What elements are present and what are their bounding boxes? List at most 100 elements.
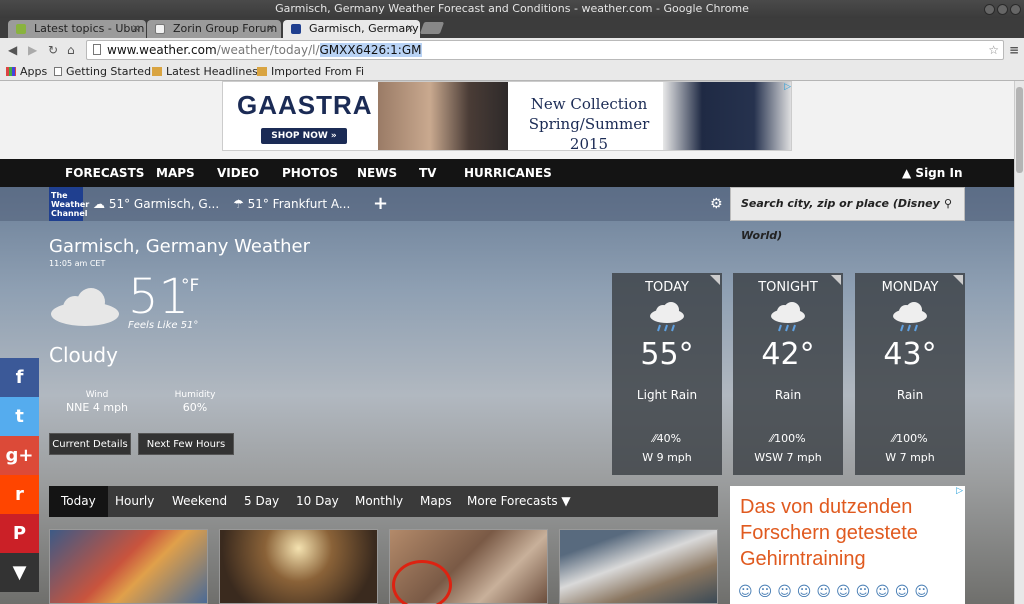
- bookmarks-bar: Apps Getting Started Latest Headlines Im…: [0, 62, 1024, 81]
- tab-weather[interactable]: Garmisch, Germany ×: [283, 20, 420, 38]
- subtab-monthly[interactable]: Monthly: [355, 486, 403, 517]
- home-icon[interactable]: ⌂: [67, 43, 75, 57]
- shop-now-button[interactable]: SHOP NOW »: [261, 128, 347, 144]
- current-details-button[interactable]: Current Details: [49, 433, 131, 455]
- pinterest-share-icon[interactable]: P: [0, 514, 39, 553]
- user-icon: ▲: [902, 166, 912, 180]
- page-icon: [93, 44, 101, 55]
- video-thumbnail[interactable]: [559, 529, 718, 604]
- tab-label: Garmisch, Germany: [309, 22, 419, 35]
- page-scrollbar[interactable]: [1014, 81, 1024, 604]
- close-window-button[interactable]: [1010, 4, 1021, 15]
- subtab-5-day[interactable]: 5 Day: [244, 486, 279, 517]
- browser-toolbar: ◀ ▶ ↻ ⌂ www.weather.com/weather/today/l/…: [0, 38, 1024, 62]
- sign-in-link[interactable]: ▲ Sign In: [902, 159, 963, 187]
- nav-tv[interactable]: TV: [419, 159, 436, 187]
- scrollbar-thumb[interactable]: [1016, 87, 1023, 173]
- forecast-card-monday[interactable]: MONDAY 43° Rain ⁄⁄100% W 7 mph: [855, 273, 965, 475]
- apps-icon: [6, 67, 16, 76]
- video-thumbnail[interactable]: [389, 529, 548, 604]
- chevron-down-icon: ▼: [561, 494, 571, 508]
- facebook-share-icon[interactable]: f: [0, 358, 39, 397]
- add-location-button[interactable]: +: [373, 187, 388, 221]
- subtab-more-forecasts[interactable]: More Forecasts ▼: [467, 486, 571, 517]
- forward-icon[interactable]: ▶: [28, 43, 37, 57]
- url-path: /weather/today/l/: [216, 43, 320, 57]
- sidebar-ad[interactable]: ▷ Das von dutzenden Forschern getestete …: [730, 486, 965, 604]
- reload-icon[interactable]: ↻: [48, 43, 58, 57]
- ad-collection-text: New Collection Spring/Summer 2015: [528, 95, 650, 151]
- forecast-temp: 43°: [883, 337, 937, 372]
- subtab-hourly[interactable]: Hourly: [115, 486, 154, 517]
- address-bar[interactable]: www.weather.com/weather/today/l/GMXX6426…: [86, 40, 1004, 60]
- search-icon[interactable]: ⚲: [944, 188, 952, 220]
- nav-news[interactable]: NEWS: [357, 159, 397, 187]
- ubuntu-forum-icon: [16, 24, 26, 34]
- folder-icon: [257, 67, 267, 76]
- next-few-hours-button[interactable]: Next Few Hours: [138, 433, 234, 455]
- forecast-temp: 55°: [640, 337, 694, 372]
- video-thumbnail[interactable]: [49, 529, 208, 604]
- gear-icon[interactable]: ⚙: [710, 187, 723, 221]
- bookmark-star-icon[interactable]: ☆: [988, 41, 999, 59]
- page-title: Garmisch, Germany Weather: [49, 236, 310, 257]
- search-input[interactable]: Search city, zip or place (Disney World)…: [730, 187, 965, 242]
- nav-forecasts[interactable]: FORECASTS: [65, 159, 144, 187]
- minimize-button[interactable]: [984, 4, 995, 15]
- twitter-share-icon[interactable]: t: [0, 397, 39, 436]
- url-selection: GMXX6426:1:GM: [319, 43, 422, 57]
- adchoices-icon[interactable]: ▷: [784, 82, 791, 92]
- current-temperature: 51: [128, 269, 190, 325]
- nav-maps[interactable]: MAPS: [156, 159, 195, 187]
- humidity-value: 60%: [182, 401, 208, 414]
- maximize-button[interactable]: [997, 4, 1008, 15]
- nav-hurricanes[interactable]: HURRICANES: [464, 159, 552, 187]
- nav-photos[interactable]: PHOTOS: [282, 159, 338, 187]
- rain-cloud-icon: [771, 302, 805, 332]
- tab-zorin[interactable]: Zorin Group Forum ×: [147, 20, 281, 38]
- forecast-precip: ⁄⁄100%: [892, 432, 928, 445]
- subtab-today[interactable]: Today: [49, 486, 108, 517]
- forecast-condition: Rain: [896, 388, 924, 402]
- reddit-share-icon[interactable]: r: [0, 475, 39, 514]
- saved-location-garmisch[interactable]: ☁ 51° Garmisch, G...: [93, 187, 219, 221]
- page-icon: [54, 67, 62, 76]
- cloud-icon: [51, 288, 119, 326]
- google-plus-share-icon[interactable]: g+: [0, 436, 39, 475]
- nav-video[interactable]: VIDEO: [217, 159, 259, 187]
- forecast-period: TONIGHT: [758, 280, 818, 295]
- forecast-wind: W 7 mph: [885, 451, 935, 464]
- temperature-unit[interactable]: °F: [181, 276, 199, 296]
- forecast-card-today[interactable]: TODAY 55° Light Rain ⁄⁄40% W 9 mph: [612, 273, 722, 475]
- tab-close-icon[interactable]: ×: [267, 20, 275, 38]
- tab-ubuntu[interactable]: Latest topics - Ubun ×: [8, 20, 146, 38]
- menu-icon[interactable]: ≡: [1009, 43, 1019, 57]
- tab-close-icon[interactable]: ×: [406, 20, 414, 38]
- forecast-card-tonight[interactable]: TONIGHT 42° Rain ⁄⁄100% WSW 7 mph: [733, 273, 843, 475]
- forecast-period: MONDAY: [881, 280, 939, 295]
- feels-like: Feels Like 51°: [128, 320, 199, 331]
- wind-value: NNE 4 mph: [65, 401, 129, 414]
- tab-close-icon[interactable]: ×: [132, 20, 140, 38]
- subtab-10-day[interactable]: 10 Day: [296, 486, 339, 517]
- bookmark-imported[interactable]: Imported From Fi: [257, 63, 364, 80]
- video-thumbnail[interactable]: [219, 529, 378, 604]
- folder-icon: [152, 67, 162, 76]
- bookmark-getting-started[interactable]: Getting Started: [54, 63, 151, 80]
- banner-ad[interactable]: GAASTRA SHOP NOW » New Collection Spring…: [222, 81, 792, 151]
- saved-location-frankfurt[interactable]: ☂ 51° Frankfurt A...: [233, 187, 350, 221]
- more-share-icon[interactable]: ▼: [0, 553, 39, 592]
- rain-cloud-icon: [893, 302, 927, 332]
- tab-strip: Latest topics - Ubun × Zorin Group Forum…: [0, 18, 1024, 38]
- bookmark-latest-headlines[interactable]: Latest Headlines: [152, 63, 258, 80]
- bookmark-apps[interactable]: Apps: [6, 63, 47, 80]
- cloud-icon: ☁: [93, 197, 105, 211]
- back-icon[interactable]: ◀: [8, 43, 17, 57]
- subtab-maps[interactable]: Maps: [420, 486, 452, 517]
- ad-brand: GAASTRA: [237, 90, 373, 120]
- weather-channel-logo[interactable]: The Weather Channel: [49, 187, 89, 221]
- wind-label: Wind: [85, 390, 109, 400]
- red-circle-highlight: [392, 560, 452, 604]
- subtab-weekend[interactable]: Weekend: [172, 486, 227, 517]
- forecast-wind: W 9 mph: [642, 451, 692, 464]
